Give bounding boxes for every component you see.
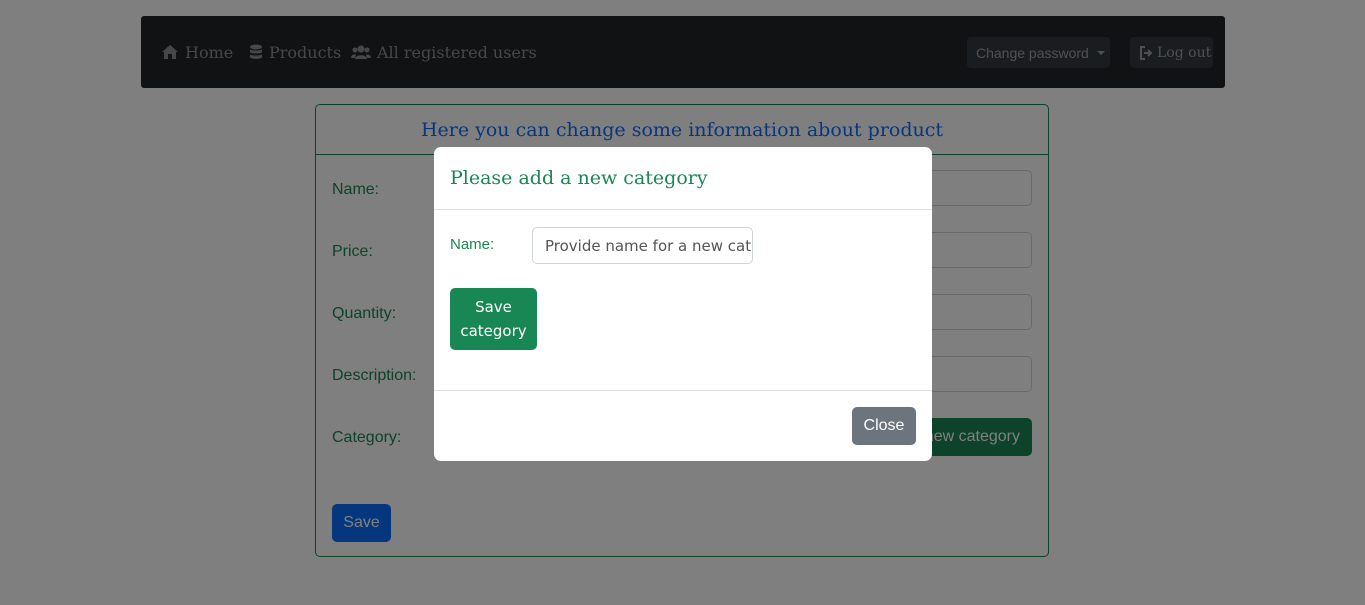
modal-title: Please add a new category <box>434 147 932 210</box>
close-button[interactable]: Close <box>852 407 916 445</box>
category-name-input[interactable]: Provide name for a new category <box>532 227 753 264</box>
add-category-modal: Please add a new category Name: Provide … <box>434 147 932 461</box>
modal-footer: Close <box>434 390 932 462</box>
modal-name-label: Name: <box>450 236 495 253</box>
save-category-button[interactable]: Save category <box>450 288 537 350</box>
